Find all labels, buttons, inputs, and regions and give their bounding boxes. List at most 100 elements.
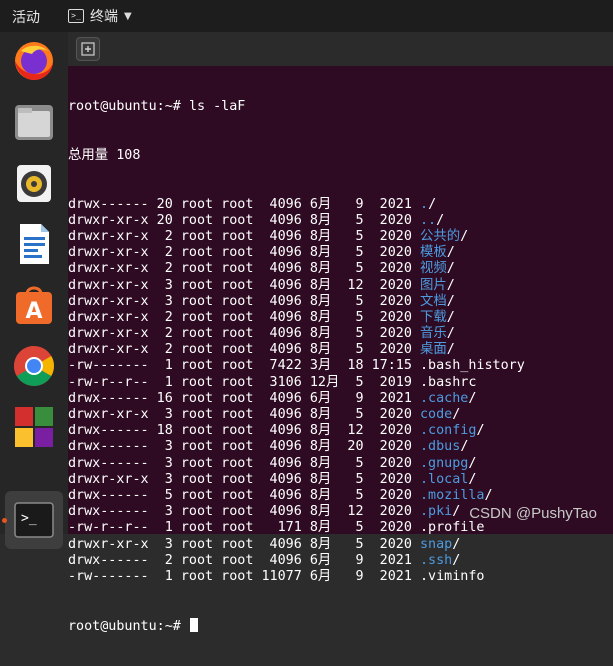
prompt: root@ubuntu:~#: [68, 99, 181, 115]
chevron-down-icon: ▼: [124, 10, 132, 22]
entry-suffix: /: [452, 552, 461, 568]
app-name: 终端: [90, 9, 118, 25]
ubuntu-software-icon[interactable]: A: [10, 281, 58, 329]
total-line: 总用量 108: [68, 148, 141, 163]
terminal-icon: >_: [68, 9, 84, 23]
file-name: .bashrc: [420, 374, 477, 390]
entry-meta: drwx------ 16 root root 4096 6月 9 2021: [68, 390, 420, 406]
watermark: CSDN @PushyTao: [469, 505, 597, 522]
listing-row: drwxr-xr-x 3 root root 4096 8月 5 2020 文档…: [68, 294, 525, 310]
entry-meta: drwxr-xr-x 2 root root 4096 8月 5 2020: [68, 326, 420, 342]
entry-meta: drwxr-xr-x 20 root root 4096 8月 5 2020: [68, 212, 420, 228]
entry-meta: -rw-r--r-- 1 root root 171 8月 5 2020: [68, 520, 420, 536]
file-name: .viminfo: [420, 568, 485, 584]
entry-meta: drwx------ 20 root root 4096 6月 9 2021: [68, 196, 420, 212]
listing-row: drwxr-xr-x 2 root root 4096 8月 5 2020 模板…: [68, 245, 525, 261]
entry-meta: drwxr-xr-x 3 root root 4096 8月 5 2020: [68, 407, 420, 423]
listing-row: drwxr-xr-x 2 root root 4096 8月 5 2020 视频…: [68, 261, 525, 277]
entry-meta: drwx------ 3 root root 4096 8月 20 2020: [68, 439, 420, 455]
app-menu[interactable]: >_ 终端 ▼: [68, 6, 132, 26]
directory-name: 下载: [420, 309, 447, 325]
listing-row: drwx------ 3 root root 4096 8月 5 2020 .g…: [68, 456, 525, 472]
listing-row: -rw-r--r-- 1 root root 171 8月 5 2020 .pr…: [68, 520, 525, 536]
listing-row: drwx------ 16 root root 4096 6月 9 2021 .…: [68, 391, 525, 407]
entry-meta: drwx------ 3 root root 4096 8月 12 2020: [68, 504, 420, 520]
listing: drwx------ 20 root root 4096 6月 9 2021 .…: [68, 197, 525, 586]
rhythmbox-icon[interactable]: [10, 159, 58, 207]
svg-text:A: A: [25, 299, 42, 324]
terminal-view[interactable]: root@ubuntu:~# ls -laF 总用量 108 drwx-----…: [68, 66, 613, 634]
game-icon[interactable]: [10, 403, 58, 451]
directory-name: 图片: [420, 277, 447, 293]
entry-suffix: /: [468, 455, 477, 471]
file-name: .profile: [420, 520, 485, 536]
directory-name: ..: [420, 212, 437, 228]
entry-meta: drwxr-xr-x 3 root root 4096 8月 5 2020: [68, 293, 420, 309]
file-name: .bash_history: [420, 358, 525, 374]
entry-meta: -rw------- 1 root root 7422 3月 18 17:15: [68, 358, 420, 374]
final-prompt: root@ubuntu:~#: [68, 618, 181, 634]
directory-name: .cache: [420, 390, 469, 406]
entry-meta: drwxr-xr-x 2 root root 4096 8月 5 2020: [68, 261, 420, 277]
directory-name: .dbus: [420, 439, 461, 455]
new-tab-icon: [81, 42, 95, 56]
listing-row: drwxr-xr-x 2 root root 4096 8月 5 2020 音乐…: [68, 326, 525, 342]
listing-row: drwxr-xr-x 2 root root 4096 8月 5 2020 下载…: [68, 310, 525, 326]
entry-meta: -rw-r--r-- 1 root root 3106 12月 5 2019: [68, 374, 420, 390]
dock: A >_: [0, 32, 68, 549]
entry-suffix: /: [452, 504, 461, 520]
listing-row: drwx------ 20 root root 4096 6月 9 2021 .…: [68, 197, 525, 213]
entry-meta: drwx------ 5 root root 4096 8月 5 2020: [68, 487, 420, 503]
running-indicator: [2, 518, 7, 523]
top-bar: 活动 >_ 终端 ▼: [0, 0, 613, 32]
entry-meta: drwxr-xr-x 3 root root 4096 8月 12 2020: [68, 277, 420, 293]
listing-row: drwxr-xr-x 3 root root 4096 8月 5 2020 sn…: [68, 537, 525, 553]
directory-name: .mozilla: [420, 487, 485, 503]
chrome-icon[interactable]: [10, 342, 58, 390]
directory-name: .ssh: [420, 552, 453, 568]
entry-suffix: /: [446, 245, 455, 261]
entry-suffix: /: [446, 326, 455, 342]
listing-row: drwxr-xr-x 3 root root 4096 8月 5 2020 co…: [68, 407, 525, 423]
entry-suffix: /: [484, 487, 493, 503]
directory-name: 公共的: [420, 228, 461, 244]
listing-row: drwxr-xr-x 3 root root 4096 8月 5 2020 .l…: [68, 472, 525, 488]
entry-suffix: /: [436, 212, 445, 228]
files-icon[interactable]: [10, 98, 58, 146]
new-tab-button[interactable]: [76, 37, 100, 61]
directory-name: 视频: [420, 261, 447, 277]
directory-name: 音乐: [420, 326, 447, 342]
entry-meta: drwxr-xr-x 2 root root 4096 8月 5 2020: [68, 228, 420, 244]
listing-row: drwxr-xr-x 2 root root 4096 8月 5 2020 公共…: [68, 229, 525, 245]
terminal-output: root@ubuntu:~# ls -laF 总用量 108 drwx-----…: [68, 67, 525, 666]
listing-row: drwxr-xr-x 20 root root 4096 8月 5 2020 .…: [68, 213, 525, 229]
activities-button[interactable]: 活动: [12, 7, 40, 27]
entry-meta: drwx------ 18 root root 4096 8月 12 2020: [68, 423, 420, 439]
entry-suffix: /: [446, 277, 455, 293]
entry-suffix: /: [446, 342, 455, 358]
directory-name: 模板: [420, 245, 447, 261]
entry-meta: drwxr-xr-x 3 root root 4096 8月 5 2020: [68, 536, 420, 552]
entry-suffix: /: [446, 261, 455, 277]
directory-name: .config: [420, 423, 477, 439]
listing-row: drwx------ 3 root root 4096 8月 12 2020 .…: [68, 504, 525, 520]
libreoffice-writer-icon[interactable]: [10, 220, 58, 268]
terminal-icon[interactable]: >_: [10, 496, 58, 544]
entry-suffix: /: [452, 407, 461, 423]
directory-name: .local: [420, 471, 469, 487]
listing-row: -rw-r--r-- 1 root root 3106 12月 5 2019 .…: [68, 375, 525, 391]
command: ls -laF: [188, 99, 246, 115]
entry-meta: -rw------- 1 root root 11077 6月 9 2021: [68, 568, 420, 584]
listing-row: drwx------ 5 root root 4096 8月 5 2020 .m…: [68, 488, 525, 504]
listing-row: -rw------- 1 root root 7422 3月 18 17:15 …: [68, 358, 525, 374]
entry-suffix: /: [460, 228, 469, 244]
listing-row: drwxr-xr-x 3 root root 4096 8月 12 2020 图…: [68, 278, 525, 294]
entry-suffix: /: [446, 309, 455, 325]
firefox-icon[interactable]: [10, 37, 58, 85]
listing-row: drwx------ 3 root root 4096 8月 20 2020 .…: [68, 439, 525, 455]
listing-row: drwx------ 18 root root 4096 8月 12 2020 …: [68, 423, 525, 439]
listing-row: drwx------ 2 root root 4096 6月 9 2021 .s…: [68, 553, 525, 569]
entry-suffix: /: [468, 390, 477, 406]
directory-name: .: [420, 196, 429, 212]
command-line: root@ubuntu:~# ls -laF: [68, 99, 525, 115]
